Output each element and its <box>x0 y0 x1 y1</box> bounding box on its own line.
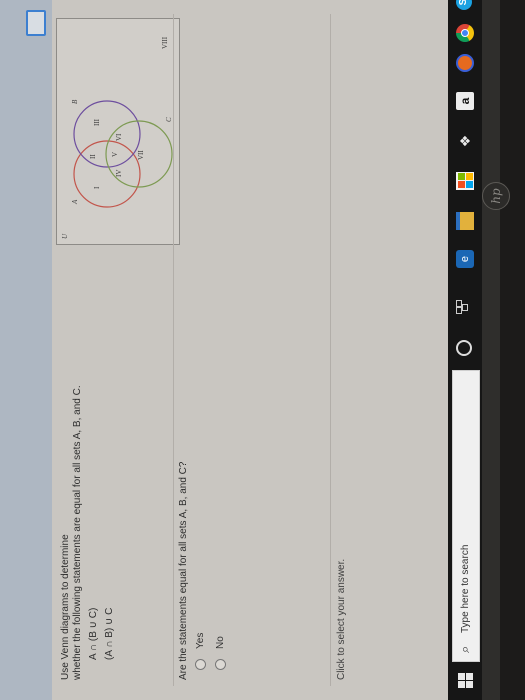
option-no[interactable]: No <box>215 636 226 670</box>
divider <box>173 14 174 686</box>
cortana-icon[interactable] <box>456 340 472 356</box>
option-yes[interactable]: Yes <box>195 633 206 670</box>
option-yes-label: Yes <box>195 632 207 649</box>
region-i: I <box>93 186 101 189</box>
set-a-label: A <box>71 199 79 205</box>
search-placeholder: Type here to search <box>460 544 471 633</box>
universe-label: U <box>61 233 69 239</box>
set-c-label: C <box>165 117 173 122</box>
firefox-icon[interactable] <box>456 54 474 72</box>
option-no-label: No <box>215 636 227 649</box>
file-explorer-icon[interactable] <box>456 212 474 230</box>
region-viii: VIII <box>161 36 169 49</box>
region-v: V <box>111 152 119 157</box>
region-ii: II <box>89 154 97 159</box>
laptop-bezel <box>482 0 500 700</box>
region-iv: IV <box>115 170 123 177</box>
set-a-circle <box>73 140 141 208</box>
chrome-icon[interactable] <box>456 24 474 42</box>
task-view-icon[interactable] <box>456 300 468 314</box>
answer-prompt: Are the statements equal for all sets A,… <box>178 461 189 680</box>
skype-icon[interactable]: S <box>456 0 472 10</box>
search-icon: ⌕ <box>457 645 472 653</box>
browser-header <box>0 0 52 700</box>
radio-button[interactable] <box>215 659 226 670</box>
browser-window: Use Venn diagrams to determine whether t… <box>0 0 448 700</box>
store-icon[interactable] <box>456 172 474 190</box>
venn-diagram: U A B C I II III IV V VI VII VIII <box>56 18 180 245</box>
set-b-label: B <box>71 99 79 104</box>
amazon-icon[interactable]: a <box>456 92 474 110</box>
region-iii: III <box>93 118 101 126</box>
laptop-screen: Use Venn diagrams to determine whether t… <box>0 0 510 700</box>
status-hint: Click to select your answer. <box>336 558 347 680</box>
region-vii: VII <box>137 150 145 160</box>
taskbar-search-input[interactable]: ⌕ Type here to search <box>452 370 480 662</box>
windows-start-icon[interactable] <box>458 673 473 688</box>
taskbar: ⌕ Type here to search e ❖ a S <box>448 0 482 700</box>
set-b-circle <box>73 100 141 168</box>
divider <box>330 14 331 686</box>
hp-logo: hp <box>482 182 510 210</box>
radio-button[interactable] <box>195 659 206 670</box>
region-vi: VI <box>115 133 123 141</box>
window-button[interactable] <box>26 10 46 36</box>
dropbox-icon[interactable]: ❖ <box>456 132 474 150</box>
edge-icon[interactable]: e <box>456 250 474 268</box>
